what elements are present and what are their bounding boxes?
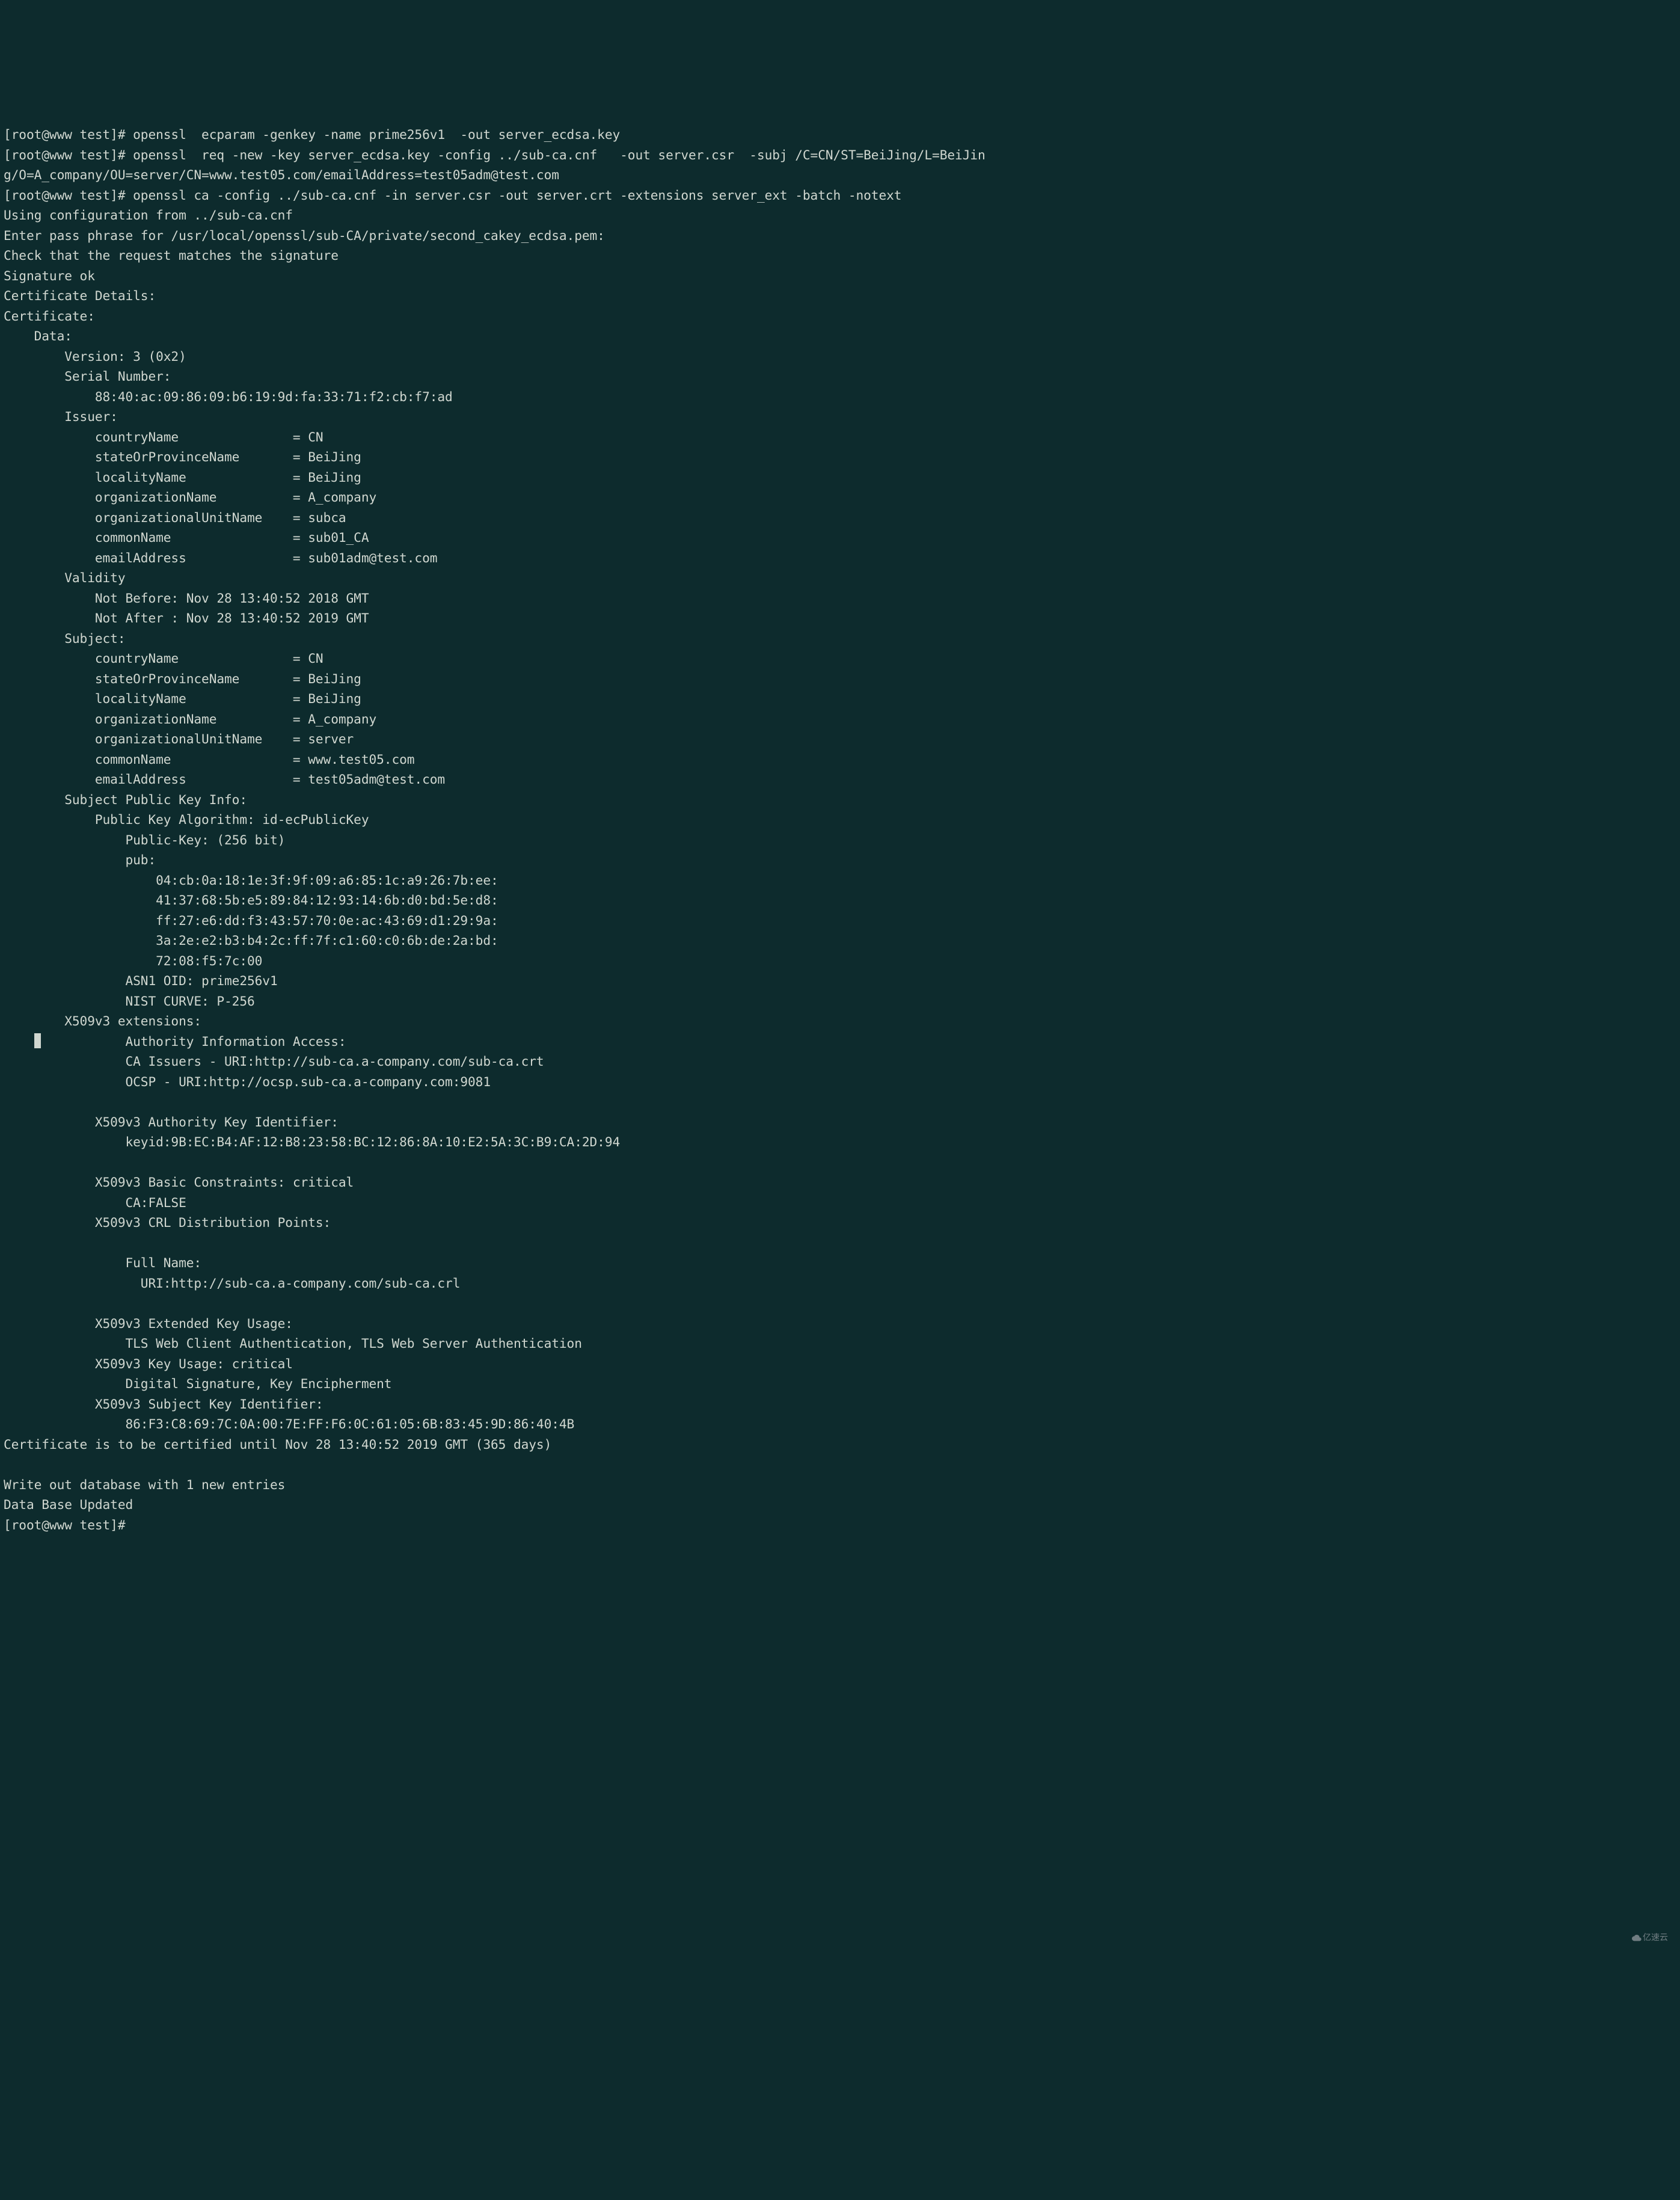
output-issuer-countryname: countryName = CN: [4, 429, 323, 444]
output-crl-label: X509v3 CRL Distribution Points:: [4, 1215, 339, 1230]
watermark: 亿速云: [1627, 1917, 1668, 1944]
output-aia-ca-issuers: CA Issuers - URI:http://sub-ca.a-company…: [4, 1054, 544, 1069]
output-crl-fullname: Full Name:: [4, 1255, 201, 1270]
output-public-key-algorithm: Public Key Algorithm: id-ecPublicKey: [4, 812, 369, 827]
output-aia-ocsp: OCSP - URI:http://ocsp.sub-ca.a-company.…: [4, 1074, 491, 1089]
output-pub-line3: ff:27:e6:dd:f3:43:57:70:0e:ac:43:69:d1:2…: [4, 913, 498, 928]
output-aia-label: Authority Information Access:: [34, 1034, 354, 1049]
cursor-pad: [4, 1034, 34, 1049]
output-version: Version: 3 (0x2): [4, 349, 186, 364]
cloud-icon: [1632, 1934, 1642, 1941]
command-req-line2: g/O=A_company/OU=server/CN=www.test05.co…: [4, 167, 559, 182]
output-write-out-database: Write out database with 1 new entries: [4, 1477, 285, 1492]
output-issuer-org: organizationName = A_company: [4, 490, 376, 505]
output-key-usage-value: Digital Signature, Key Encipherment: [4, 1376, 391, 1391]
output-spki-label: Subject Public Key Info:: [4, 792, 247, 807]
output-issuer-label: Issuer:: [4, 409, 118, 424]
output-cert-details-header: Certificate Details:: [4, 288, 156, 303]
output-aki-label: X509v3 Authority Key Identifier:: [4, 1114, 346, 1129]
output-database-updated: Data Base Updated: [4, 1497, 133, 1512]
output-asn1-oid: ASN1 OID: prime256v1: [4, 973, 278, 988]
output-signature-ok: Signature ok: [4, 268, 95, 283]
output-passphrase-prompt: Enter pass phrase for /usr/local/openssl…: [4, 228, 605, 243]
output-serial-label: Serial Number:: [4, 369, 171, 384]
shell-prompt: [root@www test]#: [4, 1517, 133, 1532]
output-subject-countryname: countryName = CN: [4, 651, 323, 666]
command-ca: openssl ca -config ../sub-ca.cnf -in ser…: [133, 188, 901, 203]
output-basic-constraints-value: CA:FALSE: [4, 1195, 186, 1210]
output-pub-line1: 04:cb:0a:18:1e:3f:9f:09:a6:85:1c:a9:26:7…: [4, 873, 498, 888]
shell-prompt: [root@www test]#: [4, 188, 133, 203]
output-certificate-header: Certificate:: [4, 309, 95, 324]
output-crl-uri: URI:http://sub-ca.a-company.com/sub-ca.c…: [4, 1276, 460, 1291]
output-nist-curve: NIST CURVE: P-256: [4, 994, 255, 1009]
output-check-signature: Check that the request matches the signa…: [4, 248, 339, 263]
output-subject-cn: commonName = www.test05.com: [4, 752, 414, 767]
output-issuer-state: stateOrProvinceName = BeiJing: [4, 449, 361, 464]
output-extended-key-usage-value: TLS Web Client Authentication, TLS Web S…: [4, 1336, 582, 1351]
output-not-after: Not After : Nov 28 13:40:52 2019 GMT: [4, 610, 369, 625]
output-validity-label: Validity: [4, 570, 126, 585]
output-extended-key-usage-label: X509v3 Extended Key Usage:: [4, 1316, 301, 1331]
output-x509v3-extensions-label: X509v3 extensions:: [4, 1013, 201, 1028]
output-subject-locality: localityName = BeiJing: [4, 691, 361, 706]
output-serial-value: 88:40:ac:09:86:09:b6:19:9d:fa:33:71:f2:c…: [4, 389, 453, 404]
output-key-usage-label: X509v3 Key Usage: critical: [4, 1356, 293, 1371]
output-pub-line4: 3a:2e:e2:b3:b4:2c:ff:7f:c1:60:c0:6b:de:2…: [4, 933, 498, 948]
command-req-line1: openssl req -new -key server_ecdsa.key -…: [133, 147, 985, 162]
output-basic-constraints-label: X509v3 Basic Constraints: critical: [4, 1175, 354, 1190]
output-aki-value: keyid:9B:EC:B4:AF:12:B8:23:58:BC:12:86:8…: [4, 1134, 620, 1149]
shell-prompt: [root@www test]#: [4, 147, 133, 162]
output-subject-email: emailAddress = test05adm@test.com: [4, 772, 445, 787]
output-subject-org: organizationName = A_company: [4, 711, 376, 727]
output-subject-label: Subject:: [4, 631, 126, 646]
output-issuer-locality: localityName = BeiJing: [4, 470, 361, 485]
output-ski-value: 86:F3:C8:69:7C:0A:00:7E:FF:F6:0C:61:05:6…: [4, 1416, 574, 1431]
output-certified-until: Certificate is to be certified until Nov…: [4, 1437, 551, 1452]
output-not-before: Not Before: Nov 28 13:40:52 2018 GMT: [4, 591, 369, 606]
watermark-text: 亿速云: [1643, 1932, 1668, 1942]
output-ski-label: X509v3 Subject Key Identifier:: [4, 1397, 331, 1412]
output-subject-state: stateOrProvinceName = BeiJing: [4, 671, 361, 686]
shell-prompt: [root@www test]#: [4, 127, 133, 142]
output-issuer-email: emailAddress = sub01adm@test.com: [4, 550, 437, 565]
output-issuer-ou: organizationalUnitName = subca: [4, 510, 346, 525]
output-subject-ou: organizationalUnitName = server: [4, 731, 354, 746]
output-pub-line2: 41:37:68:5b:e5:89:84:12:93:14:6b:d0:bd:5…: [4, 893, 498, 908]
output-using-config: Using configuration from ../sub-ca.cnf: [4, 207, 293, 223]
output-pub-line5: 72:08:f5:7c:00: [4, 953, 262, 968]
output-pub-label: pub:: [4, 852, 156, 867]
command-genkey: openssl ecparam -genkey -name prime256v1…: [133, 127, 620, 142]
output-issuer-cn: commonName = sub01_CA: [4, 530, 369, 545]
output-data-header: Data:: [4, 328, 72, 343]
terminal[interactable]: [root@www test]# openssl ecparam -genkey…: [0, 101, 1680, 2059]
output-public-key-bits: Public-Key: (256 bit): [4, 832, 285, 847]
